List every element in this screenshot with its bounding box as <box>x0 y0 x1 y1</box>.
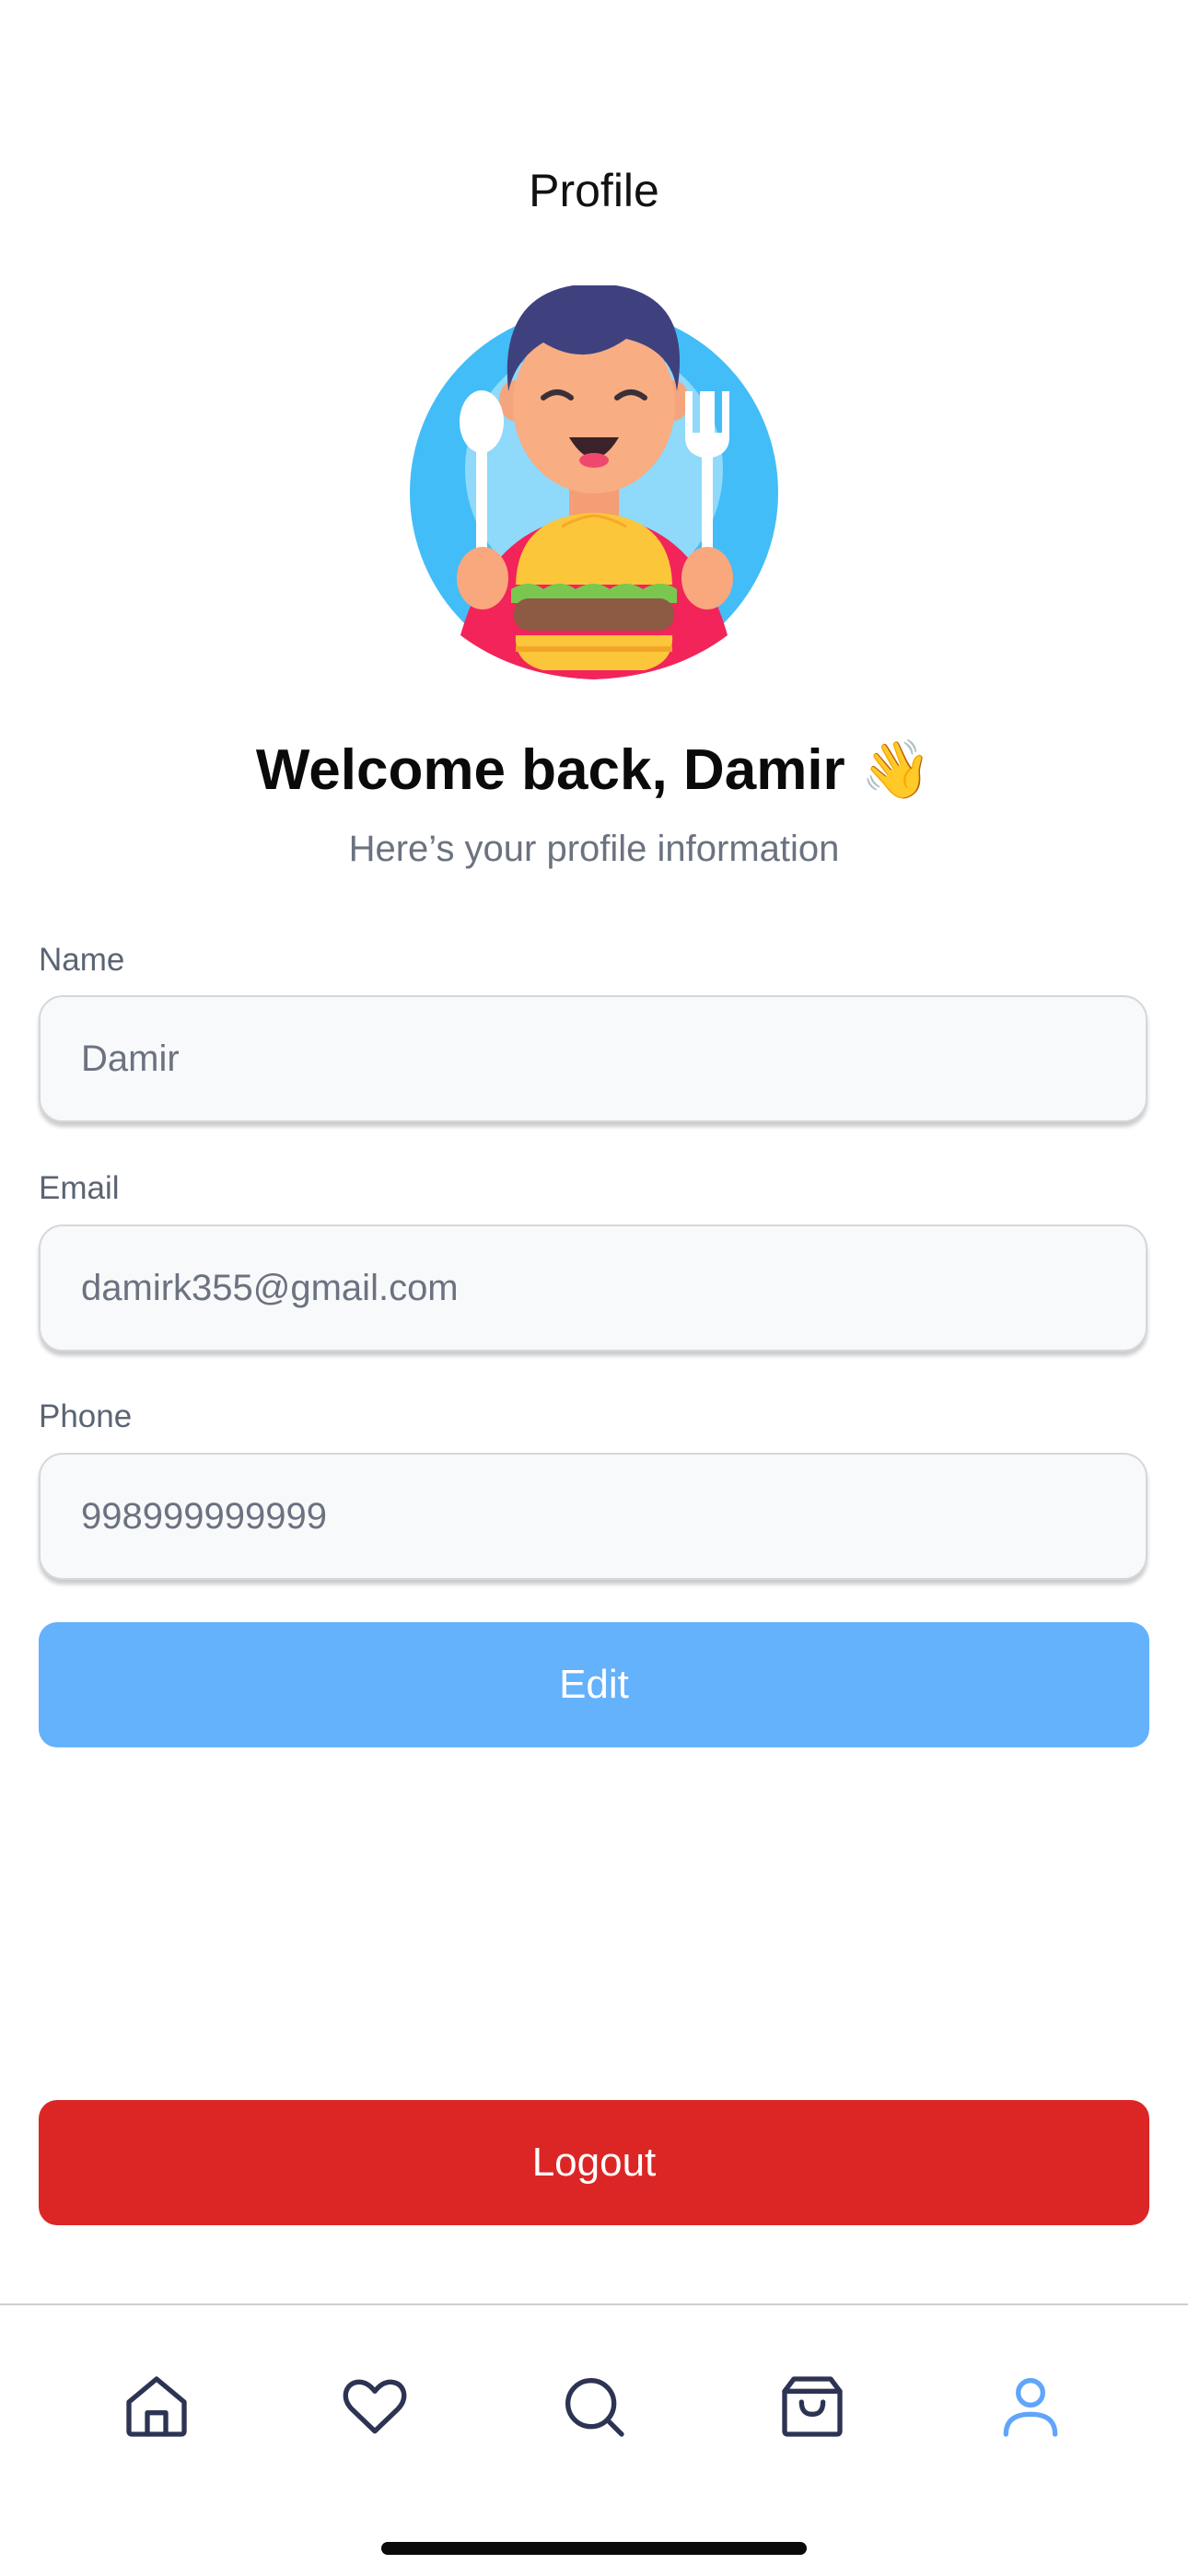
home-icon <box>126 2376 187 2437</box>
name-label: Name <box>39 942 125 978</box>
edit-button[interactable]: Edit <box>39 1622 1149 1747</box>
welcome-subtitle: Here’s your profile information <box>348 829 840 869</box>
email-label: Email <box>39 1170 120 1206</box>
avatar <box>410 285 778 679</box>
tab-search[interactable] <box>539 2351 649 2462</box>
tab-cart[interactable] <box>757 2351 868 2462</box>
name-field[interactable] <box>39 995 1147 1122</box>
logout-button[interactable]: Logout <box>39 2100 1149 2225</box>
page-title: Profile <box>529 165 659 216</box>
tab-profile[interactable] <box>975 2351 1086 2462</box>
user-icon <box>1003 2378 1058 2437</box>
heart-icon <box>343 2379 407 2434</box>
phone-label: Phone <box>39 1398 133 1434</box>
phone-field[interactable] <box>39 1453 1147 1580</box>
tab-home[interactable] <box>101 2351 212 2462</box>
home-indicator[interactable] <box>381 2542 807 2555</box>
shopping-bag-icon <box>782 2376 843 2437</box>
email-field[interactable] <box>39 1224 1147 1352</box>
tab-favorites[interactable] <box>320 2351 430 2462</box>
bottom-tab-bar <box>0 2303 1188 2576</box>
search-icon <box>565 2378 624 2437</box>
welcome-heading: Welcome back, Damir 👋 <box>255 738 933 802</box>
